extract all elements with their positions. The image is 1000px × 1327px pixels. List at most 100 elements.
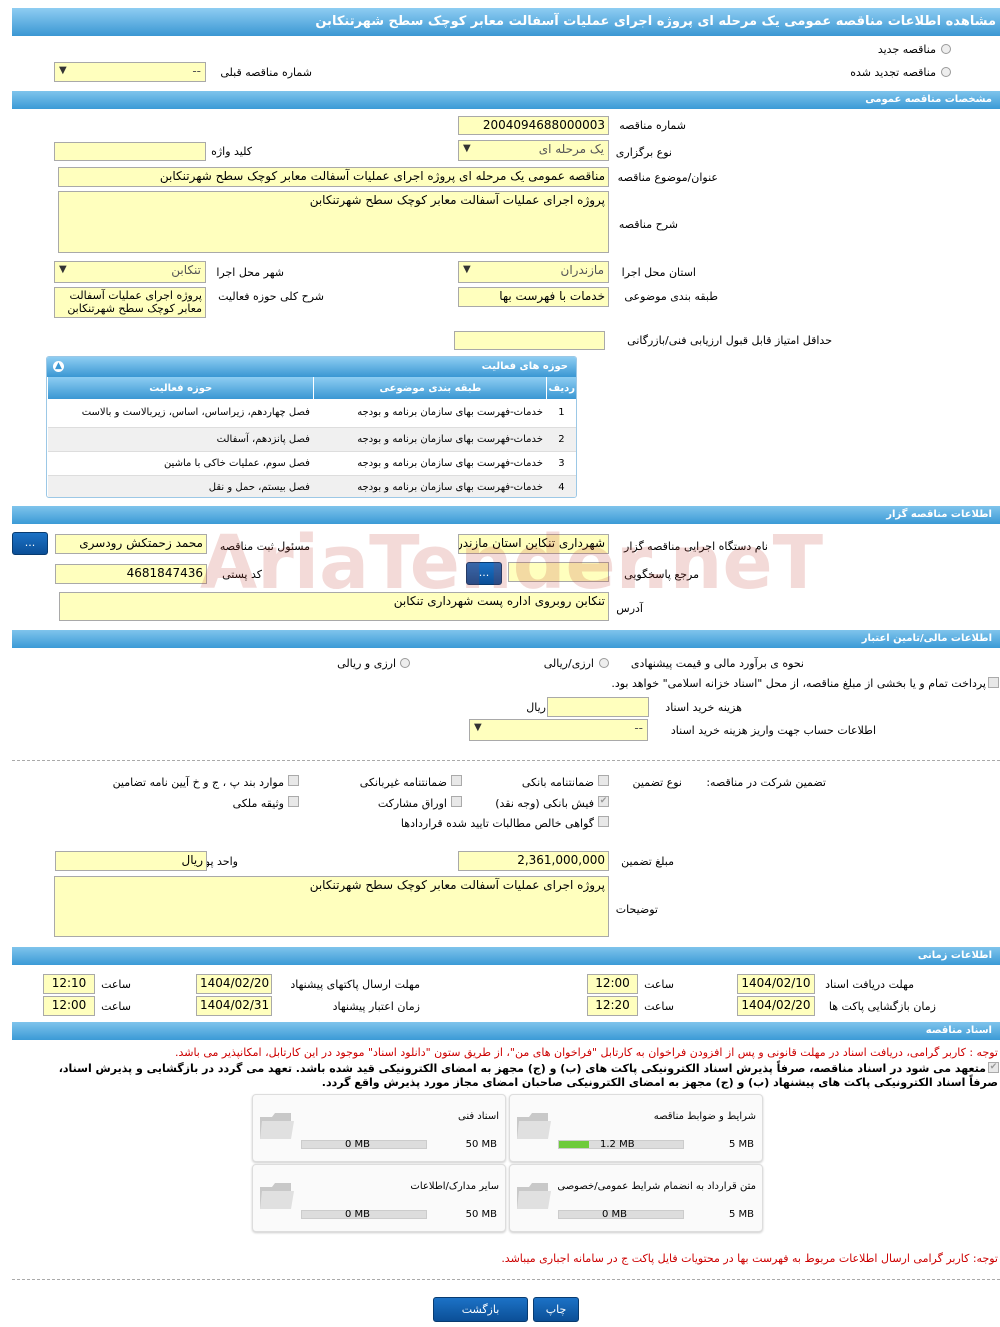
page-title: مشاهده اطلاعات مناقصه عمومی یک مرحله ای … <box>12 8 1000 36</box>
prev-number-select[interactable]: -- ▼ <box>54 62 206 82</box>
responsible-lookup-button[interactable]: ... <box>12 532 48 555</box>
table-row: 2 خدمات-فهرست بهای سازمان برنامه و بودجه… <box>47 427 576 452</box>
receive-deadline-label: مهلت دریافت اسناد <box>825 978 914 991</box>
send-deadline-date[interactable]: 1404/02/20 <box>196 974 272 994</box>
file-box[interactable]: متن قرارداد به انضمام شرایط عمومی/خصوصی … <box>509 1164 763 1232</box>
nonbank-guarantee-label: ضمانتنامه غیربانکی <box>359 776 447 789</box>
activities-panel: حوزه های فعالیت ▲ ردیف طبقه بندی موضوعی … <box>46 356 577 498</box>
general-section-header: مشخصات مناقصه عمومی <box>12 91 1000 109</box>
bank-guarantee-label: ضمانتنامه بانکی <box>521 776 594 789</box>
watermark-text: AriaTender.neT <box>200 520 824 606</box>
table-row: 1 خدمات-فهرست بهای سازمان برنامه و بودجه… <box>47 399 576 428</box>
commitment-checkbox[interactable]: ✔ <box>988 1062 999 1073</box>
new-tender-label: مناقصه جدید <box>877 43 936 56</box>
row-area: فصل پانزدهم، آسفالت <box>47 427 314 452</box>
currency-rial-radio[interactable] <box>599 658 609 668</box>
row-category: خدمات-فهرست بهای سازمان برنامه و بودجه <box>313 451 547 476</box>
file-progress-fill <box>559 1141 589 1148</box>
watermark-logo: AriaTender.neT <box>200 520 823 620</box>
receive-deadline-date[interactable]: 1404/02/10 <box>737 974 815 994</box>
province-label: استان محل اجرا <box>621 266 696 279</box>
renewed-tender-radio[interactable] <box>941 67 951 77</box>
regulation-items-label: موارد بند پ ، ج و خ آیین نامه تضامین <box>112 776 284 789</box>
file-max-size: 50 MB <box>465 1139 497 1150</box>
commitment-text-2: صرفاً اسناد الکترونیکی پاکت های پیشنهاد … <box>321 1076 998 1089</box>
doc-cost-unit: ریال <box>526 701 546 714</box>
doc-cost-label: هزینه خرید اسناد <box>665 701 742 714</box>
account-select[interactable]: -- ▼ <box>469 719 648 741</box>
finance-section-header: اطلاعات مالی/تامین اعتبار <box>12 630 1000 648</box>
description-field[interactable]: پروژه اجرای عملیات آسفالت معابر کوچک سطح… <box>58 191 609 253</box>
notes-field[interactable]: پروژه اجرای عملیات آسفالت معابر کوچک سطح… <box>54 876 609 937</box>
doc-cost-field[interactable] <box>547 697 649 717</box>
subject-field[interactable]: مناقصه عمومی یک مرحله ای پروژه اجرای عمل… <box>58 167 609 187</box>
treasury-checkbox[interactable] <box>988 677 999 688</box>
chevron-down-icon: ▼ <box>474 722 482 733</box>
activities-header: حوزه های فعالیت ▲ <box>47 357 576 377</box>
property-label: وثیقه ملکی <box>232 797 284 810</box>
certificate-checkbox[interactable] <box>598 816 609 827</box>
validity-label: زمان اعتبار پیشنهاد <box>332 1000 420 1013</box>
file-box[interactable]: اسناد فنی 50 MB 0 MB <box>252 1094 506 1162</box>
file-name: اسناد فنی <box>458 1111 499 1122</box>
row-category: خدمات-فهرست بهای سازمان برنامه و بودجه <box>313 399 547 428</box>
validity-time[interactable]: 12:00 <box>43 996 95 1016</box>
file-box[interactable]: شرایط و ضوابط مناقصه 5 MB 1.2 MB <box>509 1094 763 1162</box>
chevron-down-icon: ▼ <box>59 65 67 76</box>
print-button[interactable]: چاپ <box>533 1297 579 1322</box>
fish-checkbox[interactable]: ✔ <box>598 796 609 807</box>
file-name: شرایط و ضوابط مناقصه <box>653 1111 756 1122</box>
category-field[interactable]: خدمات با فهرست بها <box>458 287 609 307</box>
keyword-field[interactable] <box>54 142 206 161</box>
bank-guarantee-checkbox[interactable] <box>598 775 609 786</box>
province-select[interactable]: مازندران ▼ <box>458 261 609 283</box>
file-used-size: 0 MB <box>345 1139 371 1150</box>
currency-rial-label: ارزی/ریالی <box>543 657 594 670</box>
docs-section-header: اسناد مناقصه <box>12 1022 1000 1040</box>
currency-unit-field[interactable]: ریال <box>55 851 207 871</box>
responsible-field[interactable]: محمد زحمتکش رودسری <box>55 534 207 554</box>
treasury-text: پرداخت تمام و یا بخشی از مبلغ مناقصه، از… <box>611 677 986 690</box>
notes-label: توضیحات <box>615 903 658 916</box>
file-max-size: 50 MB <box>465 1209 497 1220</box>
table-row: 3 خدمات-فهرست بهای سازمان برنامه و بودجه… <box>47 451 576 476</box>
min-score-field[interactable] <box>454 331 605 350</box>
file-box[interactable]: سایر مدارک/اطلاعات 50 MB 0 MB <box>252 1164 506 1232</box>
validity-date[interactable]: 1404/02/31 <box>196 996 272 1016</box>
regulation-items-checkbox[interactable] <box>288 775 299 786</box>
opening-time[interactable]: 12:20 <box>587 996 638 1016</box>
currency-and-rial-radio[interactable] <box>400 658 410 668</box>
file-used-size: 0 MB <box>602 1209 628 1220</box>
postal-code-field[interactable]: 4681847436 <box>55 564 207 584</box>
bonds-checkbox[interactable] <box>451 796 462 807</box>
time-label: ساعت <box>101 1000 131 1013</box>
tender-type-select[interactable]: یک مرحله ای ▼ <box>458 140 609 161</box>
scope-field[interactable]: پروژه اجرای عملیات آسفالت معابر کوچک سطح… <box>54 287 206 318</box>
file-name: سایر مدارک/اطلاعات <box>410 1181 499 1192</box>
price-list-note: توجه: کاربر گرامی ارسال اطلاعات مربوط به… <box>501 1252 998 1265</box>
folder-icon <box>260 1113 294 1139</box>
certificate-label: گواهی خالص مطالبات تایید شده قراردادها <box>400 817 594 830</box>
row-category: خدمات-فهرست بهای سازمان برنامه و بودجه <box>313 427 547 452</box>
opening-date[interactable]: 1404/02/20 <box>737 996 815 1016</box>
chevron-down-icon: ▼ <box>463 264 471 275</box>
collapse-icon[interactable]: ▲ <box>53 361 64 372</box>
nonbank-guarantee-checkbox[interactable] <box>451 775 462 786</box>
currency-and-rial-label: ارزی و ریالی <box>337 657 396 670</box>
send-deadline-time[interactable]: 12:10 <box>43 974 95 994</box>
row-area: فصل بیستم، حمل و نقل <box>47 475 314 497</box>
property-checkbox[interactable] <box>288 796 299 807</box>
min-score-label: حداقل امتیاز قابل قبول ارزیابی فنی/بازرگ… <box>627 334 832 347</box>
time-label: ساعت <box>644 978 674 991</box>
receive-deadline-time[interactable]: 12:00 <box>587 974 638 994</box>
guarantee-amount-field[interactable]: 2,361,000,000 <box>458 851 609 871</box>
file-used-size: 1.2 MB <box>600 1139 635 1150</box>
tender-number-field[interactable]: 2004094688000003 <box>458 116 609 135</box>
city-select[interactable]: تنکابن ▼ <box>54 261 206 283</box>
table-row: 4 خدمات-فهرست بهای سازمان برنامه و بودجه… <box>47 475 576 497</box>
back-button[interactable]: بازگشت <box>433 1297 528 1322</box>
row-number: 4 <box>546 475 576 497</box>
bonds-label: اوراق مشارکت <box>377 797 447 810</box>
row-category: خدمات-فهرست بهای سازمان برنامه و بودجه <box>313 475 547 497</box>
new-tender-radio[interactable] <box>941 44 951 54</box>
